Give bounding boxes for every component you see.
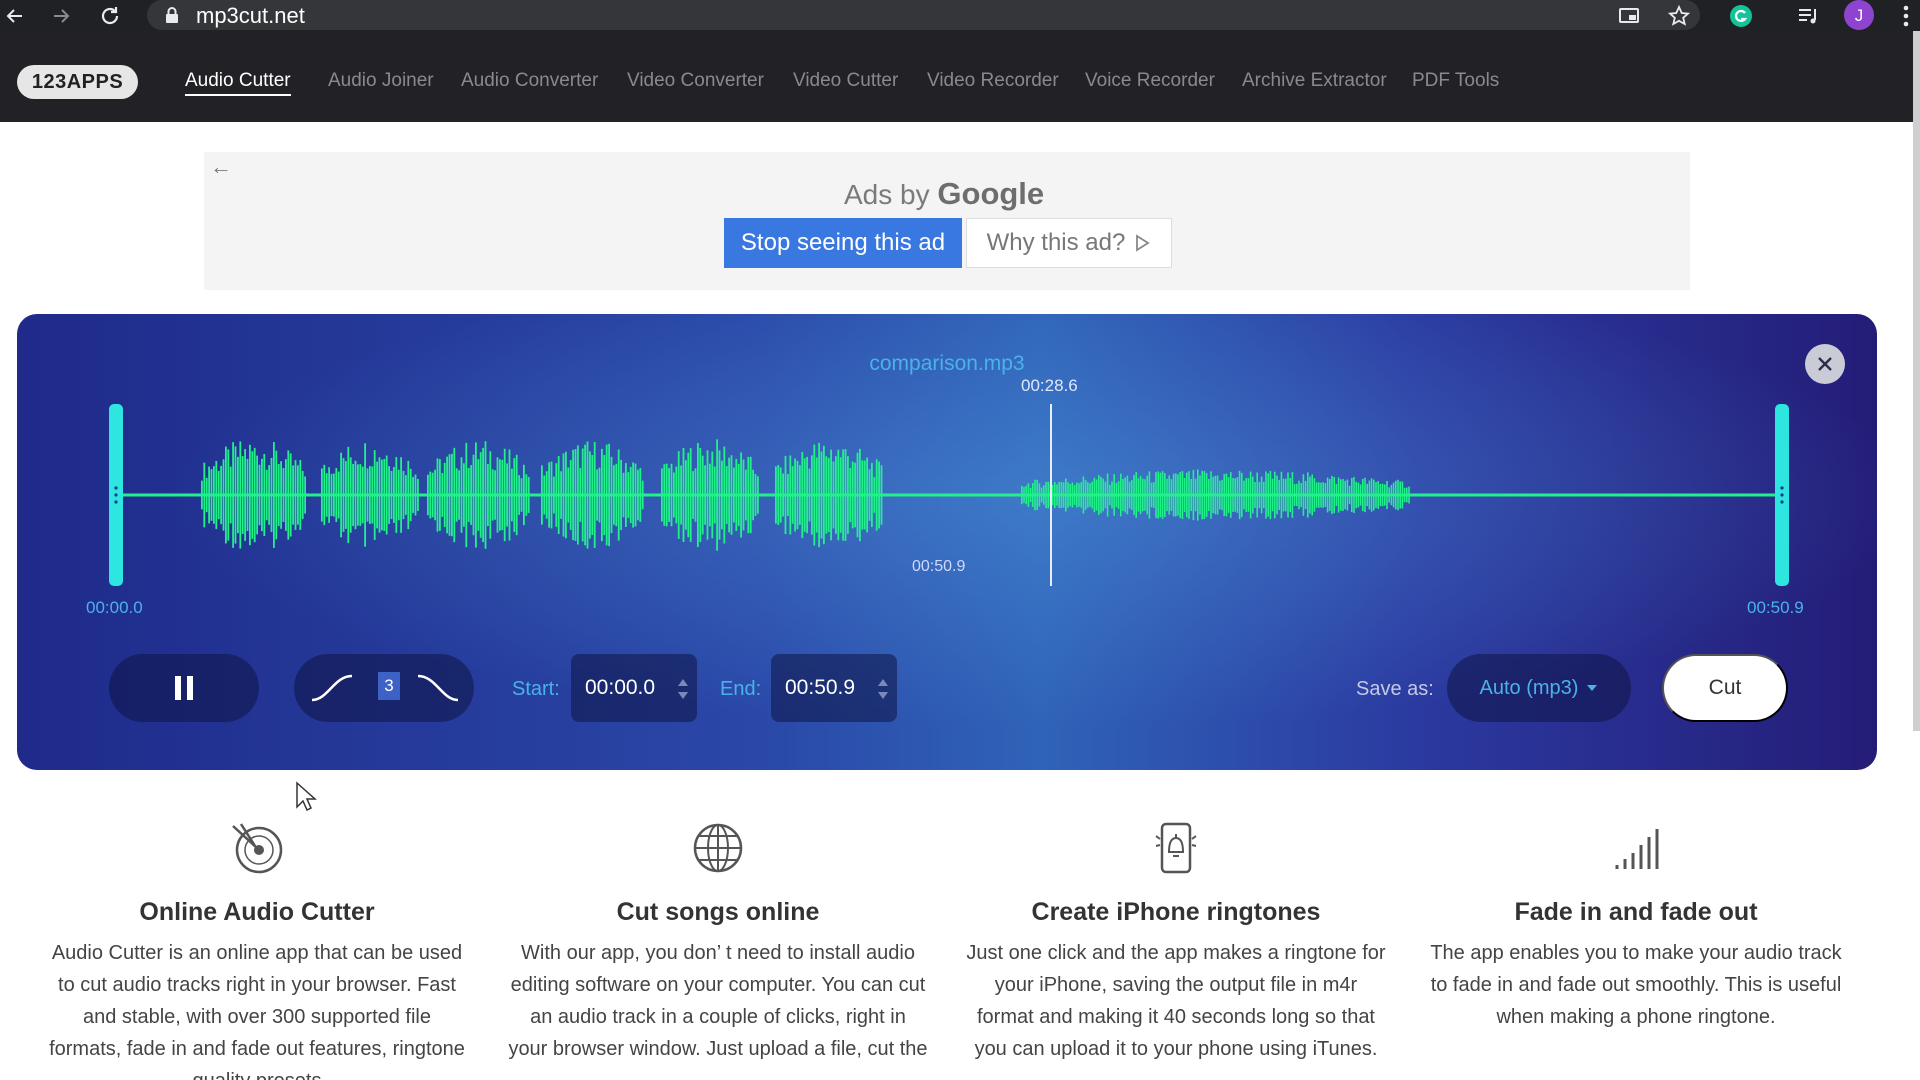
profile-avatar[interactable]: J (1844, 0, 1874, 30)
nav-video-recorder[interactable]: Video Recorder (927, 70, 1059, 92)
feature-create-iphone-ringtones: Create iPhone ringtones Just one click a… (966, 818, 1386, 1065)
logo-123apps[interactable]: 123APPS (17, 65, 138, 99)
feature-online-audio-cutter: Online Audio Cutter Audio Cutter is an o… (47, 818, 467, 1080)
cast-icon[interactable] (1616, 3, 1642, 29)
browser-toolbar: mp3cut.net J (0, 0, 1920, 31)
media-playlist-icon[interactable] (1796, 3, 1822, 29)
fade-duration-value[interactable]: 3 (378, 672, 400, 700)
end-marker-time: 00:50.9 (1747, 598, 1804, 617)
why-this-ad-button[interactable]: Why this ad? (966, 218, 1172, 268)
feature-text: Just one click and the app makes a ringt… (966, 942, 1386, 1060)
nav-pdf-tools[interactable]: PDF Tools (1412, 70, 1499, 92)
end-time-value: 00:50.9 (785, 676, 856, 699)
nav-voice-recorder[interactable]: Voice Recorder (1085, 70, 1215, 92)
close-icon (1818, 357, 1832, 371)
format-value: Auto (mp3) (1479, 676, 1579, 699)
nav-archive-extractor[interactable]: Archive Extractor (1242, 70, 1387, 92)
cut-button[interactable]: Cut (1662, 654, 1788, 722)
nav-video-converter[interactable]: Video Converter (627, 70, 764, 92)
ads-by-label: Ads by (844, 179, 930, 210)
why-this-ad-label: Why this ad? (986, 229, 1126, 256)
start-marker-time: 00:00.0 (86, 598, 143, 617)
reload-icon[interactable] (97, 3, 123, 29)
feature-fade-in-fade-out: Fade in and fade out The app enables you… (1426, 818, 1846, 1033)
start-spinner-icon[interactable] (677, 676, 689, 702)
vinyl-scissors-icon (47, 818, 467, 878)
feature-title: Online Audio Cutter (139, 898, 375, 926)
phone-bell-icon (966, 818, 1386, 878)
more-vert-icon[interactable] (1893, 3, 1919, 29)
address-bar[interactable] (147, 0, 1700, 30)
feature-title: Fade in and fade out (1514, 898, 1758, 926)
globe-icon (508, 818, 928, 878)
page-scrollbar[interactable] (1913, 31, 1920, 731)
profile-initial: J (1844, 0, 1874, 30)
nav-audio-converter[interactable]: Audio Converter (461, 70, 598, 92)
format-select[interactable]: Auto (mp3) (1447, 654, 1631, 722)
ad-back-arrow-icon[interactable]: ← (210, 154, 232, 180)
close-file-button[interactable] (1805, 344, 1845, 384)
signal-bars-icon (1426, 818, 1846, 878)
feature-title: Cut songs online (616, 898, 820, 926)
save-as-label: Save as: (1356, 678, 1434, 700)
pause-icon (175, 676, 193, 700)
start-time-value: 00:00.0 (585, 676, 656, 699)
star-icon[interactable] (1666, 3, 1692, 29)
forward-arrow-icon[interactable] (48, 3, 74, 29)
end-time-input[interactable]: 00:50.9 (771, 654, 897, 722)
ad-banner: ← Ads by Google Stop seeing this ad Why … (204, 152, 1690, 290)
nav-audio-cutter[interactable]: Audio Cutter (185, 70, 291, 96)
nav-audio-joiner[interactable]: Audio Joiner (328, 70, 434, 92)
fade-controls: 3 (294, 654, 474, 722)
google-brand: Google (937, 176, 1045, 211)
grammarly-icon[interactable] (1728, 3, 1754, 29)
url-text[interactable]: mp3cut.net (196, 3, 305, 29)
fade-in-icon (311, 674, 353, 702)
start-label: Start: (512, 678, 560, 700)
fade-out-button[interactable] (408, 662, 468, 714)
stop-seeing-ad-button[interactable]: Stop seeing this ad (724, 218, 962, 268)
feature-text: With our app, you don’ t need to install… (508, 942, 928, 1060)
file-name: comparison.mp3 (869, 352, 1025, 375)
app-nav-bar: 123APPS Audio Cutter Audio Joiner Audio … (0, 31, 1920, 122)
caret-down-icon (1587, 685, 1598, 691)
lock-icon (163, 6, 181, 24)
fade-in-button[interactable] (302, 662, 362, 714)
end-label: End: (720, 678, 762, 700)
selection-end-inner-label: 00:50.9 (912, 558, 966, 575)
playhead-time: 00:28.6 (1021, 376, 1078, 395)
mouse-cursor-icon (296, 781, 317, 812)
fade-out-icon (417, 674, 459, 702)
ads-by-google: Ads by Google (844, 176, 1044, 212)
feature-text: Audio Cutter is an online app that can b… (49, 942, 465, 1080)
end-spinner-icon[interactable] (877, 676, 889, 702)
ad-choices-icon (1136, 234, 1151, 252)
feature-title: Create iPhone ringtones (1031, 898, 1321, 926)
feature-text: The app enables you to make your audio t… (1430, 942, 1842, 1028)
nav-video-cutter[interactable]: Video Cutter (793, 70, 898, 92)
feature-cut-songs-online: Cut songs online With our app, you don’ … (508, 818, 928, 1065)
start-time-input[interactable]: 00:00.0 (571, 654, 697, 722)
pause-button[interactable] (109, 654, 259, 722)
audio-editor-panel: comparison.mp3 00:28.6 00:50.9 00:00.0 0… (17, 314, 1877, 770)
back-arrow-icon[interactable] (2, 3, 28, 29)
